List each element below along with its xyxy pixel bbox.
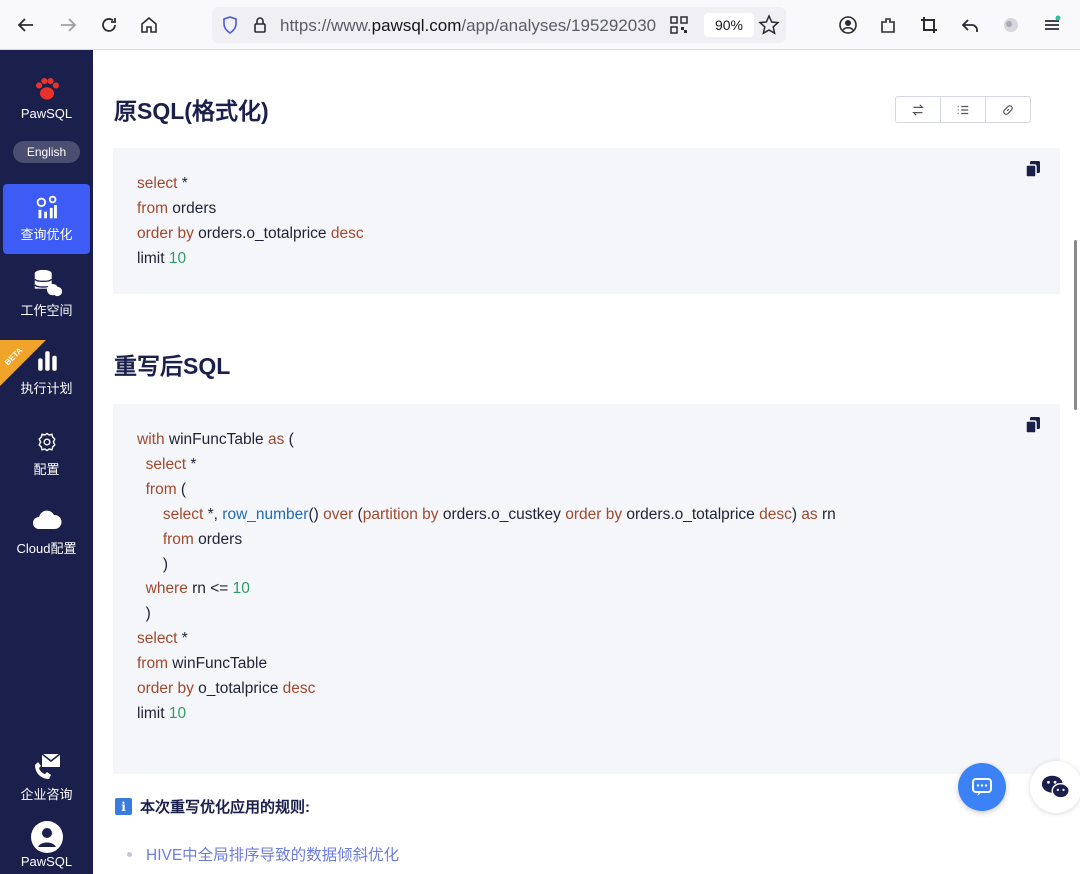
sidebar-item-workspace[interactable]: 工作空间 [3,266,90,319]
rewritten-sql-code[interactable]: with winFuncTable as ( select * from ( s… [137,428,836,727]
consult-icon [30,750,64,784]
sidebar-item-label: 查询优化 [20,227,73,242]
main-content: 原SQL(格式化) select * from orders order by … [93,50,1080,874]
list-icon[interactable] [940,96,986,123]
rules-heading-text: 本次重写优化应用的规则: [140,799,310,816]
brand-logo[interactable]: PawSQL [3,72,90,121]
sidebar-item-query-optimize[interactable]: 查询优化 [3,184,90,254]
home-icon[interactable] [133,9,165,41]
wechat-icon [1041,775,1070,799]
sidebar-item-label: 配置 [33,462,60,477]
language-switch[interactable]: English [13,141,80,163]
link-icon[interactable] [985,96,1031,123]
user-avatar-icon [30,820,64,854]
tracking-protection-icon[interactable] [220,15,240,35]
undo-icon[interactable] [954,9,986,41]
execution-plan-icon [30,344,64,378]
sidebar-item-execution-plan[interactable]: 执行计划 [3,344,90,397]
qr-code-icon[interactable] [670,16,688,34]
address-bar[interactable]: https://www.pawsql.com/app/analyses/1952… [212,7,786,43]
back-icon[interactable] [10,9,42,41]
sidebar-item-settings[interactable]: 配置 [3,425,90,478]
brand-name: PawSQL [20,106,73,121]
zoom-level[interactable]: 90% [704,13,754,37]
info-icon: i [115,798,132,815]
sidebar-item-label: Cloud配置 [16,541,77,556]
rule-link[interactable]: HIVE中全局排序导致的数据倾斜优化 [127,843,399,865]
sidebar-item-label: 企业咨询 [20,787,73,802]
rewritten-sql-code-block: with winFuncTable as ( select * from ( s… [113,404,1060,774]
sidebar-item-user[interactable]: PawSQL [3,820,90,869]
original-sql-title: 原SQL(格式化) [114,98,269,124]
sidebar-item-cloud[interactable]: Cloud配置 [3,504,90,557]
rewritten-sql-title: 重写后SQL [114,353,231,379]
original-sql-code-block: select * from orders order by orders.o_t… [113,148,1060,294]
crop-icon[interactable] [913,9,945,41]
sidebar-item-label: PawSQL [20,854,73,869]
rule-link-text[interactable]: HIVE中全局排序导致的数据倾斜优化 [146,843,399,865]
bookmark-star-icon[interactable] [758,14,780,36]
sidebar-item-label: 执行计划 [20,381,73,396]
settings-icon [30,425,64,459]
rules-heading: i 本次重写优化应用的规则: [115,796,310,817]
reload-icon[interactable] [93,9,125,41]
sidebar-item-label: 工作空间 [20,303,73,318]
url-text[interactable]: https://www.pawsql.com/app/analyses/1952… [280,16,662,36]
menu-icon[interactable] [1036,9,1068,41]
chat-icon [972,778,992,796]
query-optimize-icon [30,190,64,224]
copy-icon[interactable] [1024,160,1042,178]
view-toggle-group [895,96,1031,123]
bullet-icon [127,851,132,857]
swap-icon[interactable] [895,96,941,123]
extensions-icon[interactable] [872,9,904,41]
sidebar-item-consult[interactable]: 企业咨询 [3,750,90,803]
workspace-icon [30,266,64,300]
cloud-icon [30,504,64,538]
copy-icon[interactable] [1024,416,1042,434]
wechat-button[interactable] [1030,761,1080,813]
scrollbar[interactable] [1074,240,1077,410]
forward-icon[interactable] [52,9,84,41]
browser-toolbar: https://www.pawsql.com/app/analyses/1952… [0,0,1080,50]
paw-logo-icon [30,72,64,106]
chat-button[interactable] [958,763,1006,811]
original-sql-code[interactable]: select * from orders order by orders.o_t… [137,172,364,272]
sidebar: PawSQL English 查询优化 工作空间 BETA 执行计划 配置 Cl… [0,50,93,874]
account-icon[interactable] [832,9,864,41]
extension-puzzle-icon[interactable] [995,9,1027,41]
lock-icon[interactable] [250,15,270,35]
